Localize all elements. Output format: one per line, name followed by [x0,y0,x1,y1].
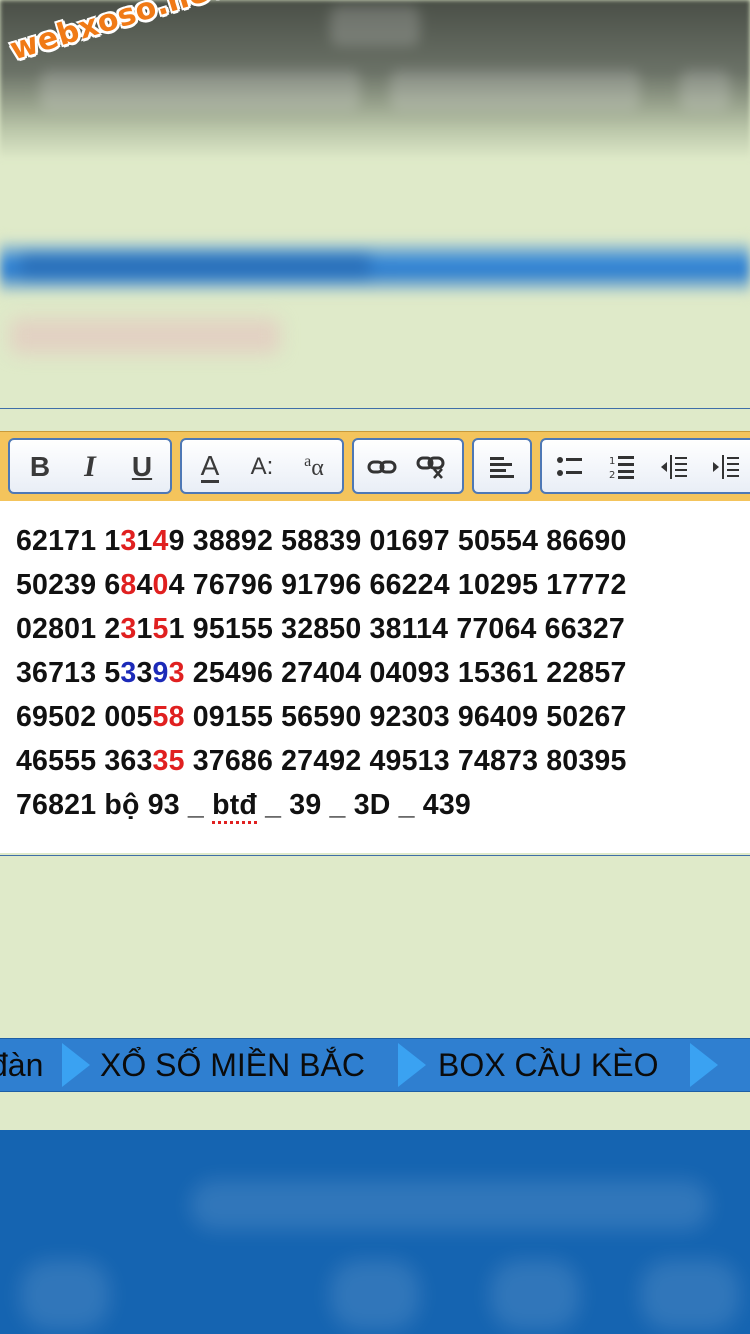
text-segment: 36713 5 [16,657,121,689]
text-segment: 3 [136,657,153,689]
underline-icon: U [131,451,153,482]
nav-item-partial[interactable]: đàn [0,1039,43,1091]
svg-text:1: 1 [609,456,615,467]
text-segment: 4 [136,569,153,601]
toolbar-group-align [472,438,532,494]
text-line: 62171 13149 38892 58839 01697 50554 8669… [16,519,750,563]
text-segment: _ 39 _ 3D _ 439 [257,789,471,821]
text-segment: 09155 56590 92303 96409 50267 [184,701,627,733]
blurred-text [10,318,280,354]
blurred-footer-shape [640,1260,740,1330]
editor-content-area[interactable]: 62171 13149 38892 58839 01697 50554 8669… [0,501,750,853]
message-editor: B I U A A: aα 1 2 62171 13149 38892 5883… [0,408,750,856]
chevron-right-icon [62,1043,90,1087]
text-line: 50239 68404 76796 91796 66224 10295 1777… [16,563,750,607]
svg-text:2: 2 [609,470,615,480]
highlight-red: 58 [152,701,185,733]
align-left-icon [490,457,514,478]
text-segment: 4 76796 91796 66224 10295 17772 [168,569,627,601]
blurred-header-shape [680,70,730,110]
text-segment: 1 [136,525,153,557]
highlight-red: 5 [152,613,169,645]
font-family-icon: aα [304,452,324,481]
blurred-title-shape [20,256,370,276]
highlight-red: 35 [152,745,185,777]
text-line: 69502 00558 09155 56590 92303 96409 5026… [16,695,750,739]
blurred-footer-shape [330,1260,420,1330]
font-size-icon: A: [250,453,274,480]
numbered-list-icon: 1 2 [609,456,634,480]
insert-link-button[interactable] [362,448,402,486]
text-line: 46555 36335 37686 27492 49513 74873 8039… [16,739,750,783]
text-line: 36713 53393 25496 27404 04093 15361 2285… [16,651,750,695]
link-icon [367,460,397,474]
text-segment: 1 [136,613,153,645]
text-segment: 76821 bộ 93 _ [16,789,213,821]
font-color-icon: A [200,449,220,483]
text-segment: 37686 27492 49513 74873 80395 [184,745,627,777]
unlink-icon [416,456,445,479]
text-segment: 69502 005 [16,701,153,733]
text-segment: 50239 6 [16,569,121,601]
toolbar-group-font: A A: aα [180,438,344,494]
text-segment: 46555 363 [16,745,153,777]
text-segment: 9 38892 58839 01697 50554 86690 [168,525,627,557]
blurred-header-shape [330,6,420,46]
toolbar-group-lists: 1 2 [540,438,750,494]
toolbar-group-links [352,438,464,494]
chevron-right-icon [690,1043,718,1087]
italic-button[interactable]: I [70,448,110,486]
indent-button[interactable] [706,448,746,486]
chevron-right-icon [398,1043,426,1087]
bold-button[interactable]: B [20,448,60,486]
underline-button[interactable]: U [122,448,162,486]
font-color-button[interactable]: A [190,448,230,486]
blurred-header-shape [40,70,360,110]
bold-icon: B [29,451,51,482]
font-size-button[interactable]: A: [242,448,282,486]
remove-link-button[interactable] [412,448,452,486]
nav-item-box-cau-keo[interactable]: BOX CẦU KÈO [438,1039,659,1091]
align-left-button[interactable] [482,448,522,486]
nav-item-xo-so-mien-bac[interactable]: XỔ SỐ MIỀN BẮC [100,1039,365,1091]
text-line: 02801 23151 95155 32850 38114 77064 6632… [16,607,750,651]
font-family-icon-glyph: a [304,452,312,470]
spellcheck-word: btđ [212,789,258,824]
text-segment: 1 95155 32850 38114 77064 66327 [168,613,625,645]
numbered-list-button[interactable]: 1 2 [602,448,642,486]
text-line: 76821 bộ 93 _ btđ _ 39 _ 3D _ 439 [16,783,750,827]
bulleted-list-button[interactable] [550,448,590,486]
indent-icon [713,455,739,479]
highlight-red: 3 [168,657,185,689]
blurred-title-bar [0,238,750,296]
blurred-footer-shape [490,1260,580,1330]
italic-icon: I [84,450,96,483]
highlight-red: 3 [120,525,137,557]
toolbar-group-text-style: B I U [8,438,172,494]
blurred-header-shape [390,70,640,110]
blurred-footer-shape [20,1260,110,1330]
text-segment: 62171 1 [16,525,121,557]
text-segment: 02801 2 [16,613,121,645]
editor-toolbar: B I U A A: aα 1 2 [0,431,750,503]
outdent-button[interactable] [654,448,694,486]
highlight-red: 4 [152,525,169,557]
forum-nav-bar: đàn XỔ SỐ MIỀN BẮC BOX CẦU KÈO [0,1038,750,1092]
highlight-blue: 3 [120,657,137,689]
text-segment: 25496 27404 04093 15361 22857 [184,657,627,689]
blurred-footer-shape [190,1180,710,1230]
outdent-icon [661,455,687,479]
highlight-red: 8 [120,569,137,601]
highlight-red: 3 [120,613,137,645]
font-family-button[interactable]: aα [294,448,334,486]
highlight-blue: 9 [152,657,169,689]
bulleted-list-icon [557,457,582,476]
blurred-footer [0,1130,750,1334]
highlight-red: 0 [152,569,169,601]
